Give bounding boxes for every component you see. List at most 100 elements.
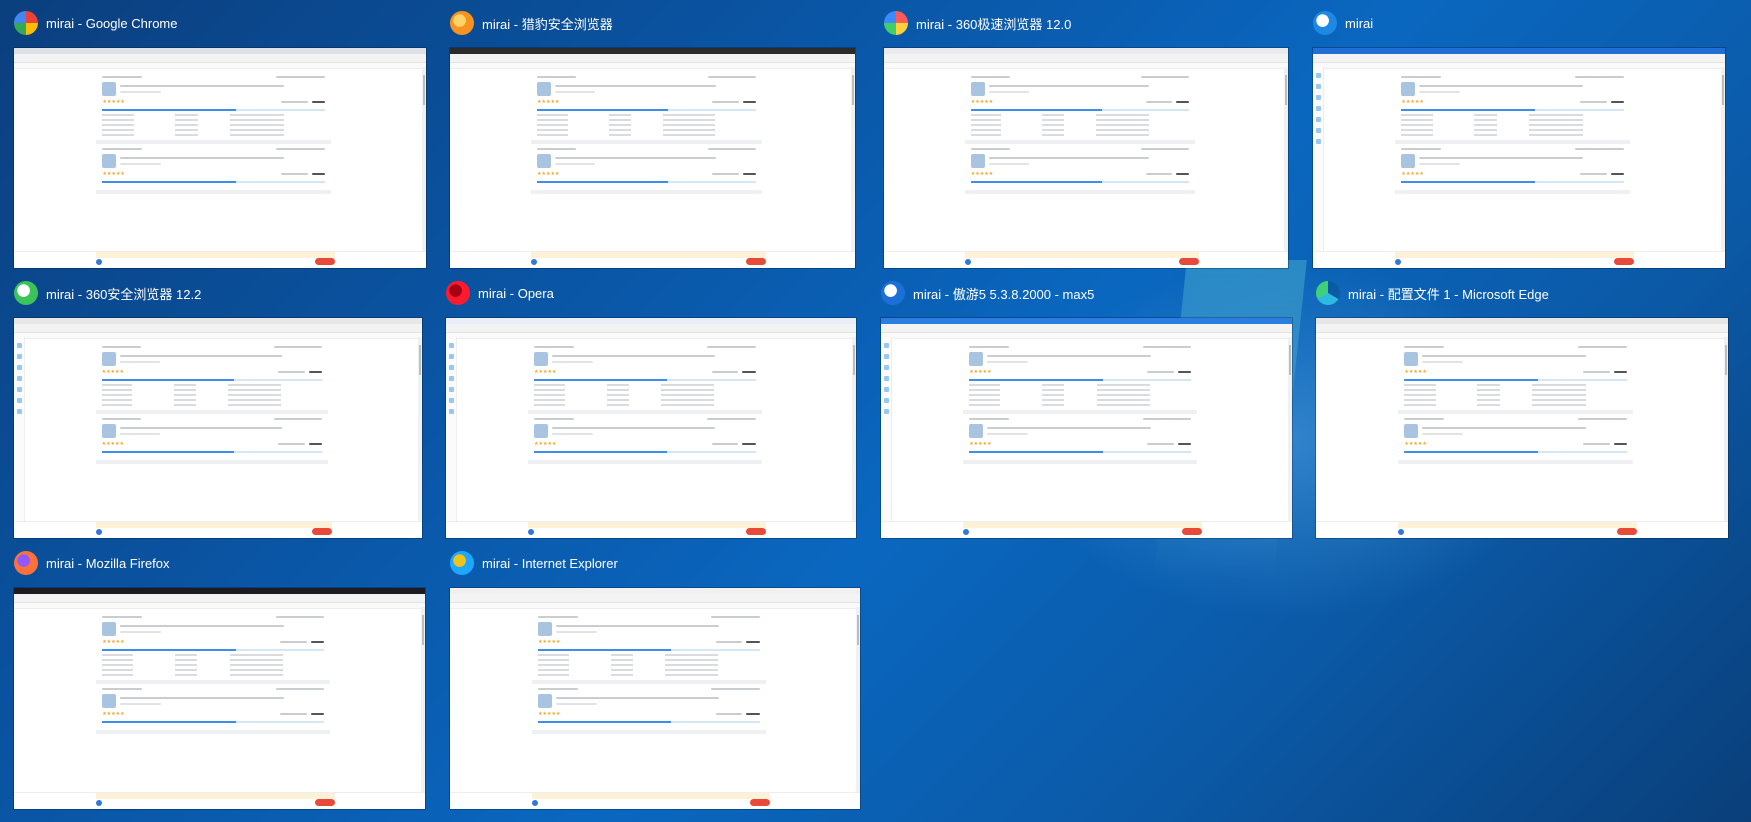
- table-row: [102, 654, 324, 656]
- order-card: ★★★★★: [531, 144, 762, 194]
- table-row: [538, 659, 760, 661]
- bookmarks-bar: [446, 333, 856, 339]
- star-rating: ★★★★★: [102, 711, 125, 717]
- product-thumbnail: [538, 694, 552, 708]
- window-title: mirai - Internet Explorer: [482, 555, 618, 571]
- window-preview[interactable]: ★★★★★ ★★★★★: [446, 318, 856, 538]
- select-all-checkbox: [528, 529, 534, 535]
- window-preview[interactable]: ★★★★★ ★★★★★: [14, 588, 425, 809]
- scrollbar: [851, 67, 855, 268]
- window-preview[interactable]: ★★★★★ ★★★★★: [14, 318, 422, 538]
- table-row: [534, 404, 756, 406]
- address-bar: [450, 54, 855, 63]
- window-title: mirai - 配置文件 1 - Microsoft Edge: [1348, 286, 1549, 302]
- window-header[interactable]: mirai - 360安全浏览器 12.2: [14, 278, 201, 308]
- progress-slider: [101, 451, 323, 453]
- table-row: [1401, 124, 1624, 126]
- order-card: ★★★★★: [1395, 72, 1631, 144]
- window-thumbnail[interactable]: mirai - Google Chrome ★★★★★ ★★★★★: [14, 8, 426, 268]
- checkout-bar: [450, 792, 860, 809]
- window-title: mirai: [1345, 15, 1374, 31]
- checkout-button: [1617, 528, 1638, 535]
- checkout-bar: [1313, 251, 1725, 268]
- table-row: [534, 399, 756, 401]
- window-header[interactable]: mirai - Internet Explorer: [450, 548, 618, 578]
- window-thumbnail[interactable]: mirai - 傲游5 5.3.8.2000 - max5 ★★★★★ ★★★★★: [881, 278, 1292, 538]
- 360-speed-browser-icon: [884, 11, 908, 35]
- checkout-bar: [450, 251, 855, 268]
- window-preview[interactable]: ★★★★★ ★★★★★: [881, 318, 1292, 538]
- window-thumbnail[interactable]: mirai - Opera ★★★★★ ★★★★★: [446, 278, 856, 538]
- window-thumbnail[interactable]: mirai - Mozilla Firefox ★★★★★ ★★★★★: [14, 548, 425, 809]
- order-card: ★★★★★: [96, 72, 332, 144]
- table-row: [101, 389, 323, 391]
- window-header[interactable]: mirai - 配置文件 1 - Microsoft Edge: [1316, 278, 1549, 308]
- checkout-bar: [884, 251, 1288, 268]
- progress-slider: [1404, 451, 1628, 453]
- address-bar: [1316, 324, 1728, 333]
- progress-slider: [1401, 181, 1625, 183]
- progress-slider: [102, 181, 326, 183]
- table-row: [101, 384, 323, 386]
- star-rating: ★★★★★: [537, 171, 560, 177]
- checkout-button: [1179, 258, 1200, 265]
- order-card: ★★★★★: [532, 684, 766, 734]
- window-header[interactable]: mirai: [1313, 8, 1373, 38]
- window-title: mirai - 360极速浏览器 12.0: [916, 16, 1072, 32]
- table-row: [970, 129, 1189, 131]
- window-thumbnail[interactable]: mirai - 猎豹安全浏览器 ★★★★★ ★★★★★: [450, 8, 855, 268]
- page-content: ★★★★★ ★★★★★: [95, 342, 329, 520]
- window-preview[interactable]: ★★★★★ ★★★★★: [884, 48, 1288, 268]
- page-content: ★★★★★ ★★★★★: [531, 72, 762, 250]
- table-row: [102, 119, 325, 121]
- checkout-button: [745, 258, 766, 265]
- page-content: ★★★★★ ★★★★★: [964, 72, 1196, 250]
- window-header[interactable]: mirai - Opera: [446, 278, 554, 308]
- scrollbar: [422, 67, 426, 268]
- order-card: ★★★★★: [1398, 342, 1634, 414]
- window-header[interactable]: mirai - Mozilla Firefox: [14, 548, 170, 578]
- table-row: [537, 114, 756, 116]
- edge-icon: [1316, 281, 1340, 305]
- table-row: [101, 394, 323, 396]
- window-preview[interactable]: ★★★★★ ★★★★★: [450, 588, 860, 809]
- window-thumbnail[interactable]: mirai - 配置文件 1 - Microsoft Edge ★★★★★ ★★★★…: [1316, 278, 1728, 538]
- star-rating: ★★★★★: [101, 369, 125, 375]
- table-row: [102, 674, 324, 676]
- address-bar: [1313, 54, 1725, 63]
- star-rating: ★★★★★: [970, 99, 994, 105]
- table-row: [538, 669, 760, 671]
- table-row: [969, 389, 1191, 391]
- window-header[interactable]: mirai - Google Chrome: [14, 8, 178, 38]
- window-preview[interactable]: ★★★★★ ★★★★★: [1313, 48, 1725, 268]
- product-thumbnail: [969, 352, 984, 366]
- order-card: ★★★★★: [964, 144, 1196, 194]
- product-thumbnail: [970, 82, 985, 96]
- address-bar: [14, 594, 425, 603]
- window-thumbnail[interactable]: mirai - 360极速浏览器 12.0 ★★★★★ ★★★★★: [884, 8, 1288, 268]
- window-preview[interactable]: ★★★★★ ★★★★★: [1316, 318, 1728, 538]
- scrollbar: [1724, 337, 1728, 538]
- window-header[interactable]: mirai - 傲游5 5.3.8.2000 - max5: [881, 278, 1094, 308]
- progress-slider: [101, 379, 323, 381]
- window-thumbnail[interactable]: mirai - Internet Explorer ★★★★★ ★★★★★: [450, 548, 860, 809]
- window-thumbnail[interactable]: mirai ★★★★★ ★★★★★: [1313, 8, 1725, 268]
- order-card: ★★★★★: [1395, 144, 1631, 194]
- window-thumbnail[interactable]: mirai - 360安全浏览器 12.2 ★★★★★ ★★★★★: [14, 278, 422, 538]
- window-header[interactable]: mirai - 猎豹安全浏览器: [450, 8, 613, 38]
- window-header[interactable]: mirai - 360极速浏览器 12.0: [884, 8, 1071, 38]
- order-card: ★★★★★: [963, 342, 1198, 414]
- window-preview[interactable]: ★★★★★ ★★★★★: [14, 48, 426, 268]
- page-content: ★★★★★ ★★★★★: [96, 612, 331, 791]
- progress-slider: [102, 109, 326, 111]
- scrollbar: [852, 337, 856, 538]
- table-row: [970, 134, 1189, 136]
- product-thumbnail: [1404, 424, 1419, 438]
- window-preview[interactable]: ★★★★★ ★★★★★: [450, 48, 855, 268]
- progress-slider: [969, 451, 1192, 453]
- address-bar: [881, 324, 1292, 333]
- table-row: [1404, 389, 1627, 391]
- table-row: [101, 399, 323, 401]
- table-row: [102, 669, 324, 671]
- mirai-icon: [1313, 11, 1337, 35]
